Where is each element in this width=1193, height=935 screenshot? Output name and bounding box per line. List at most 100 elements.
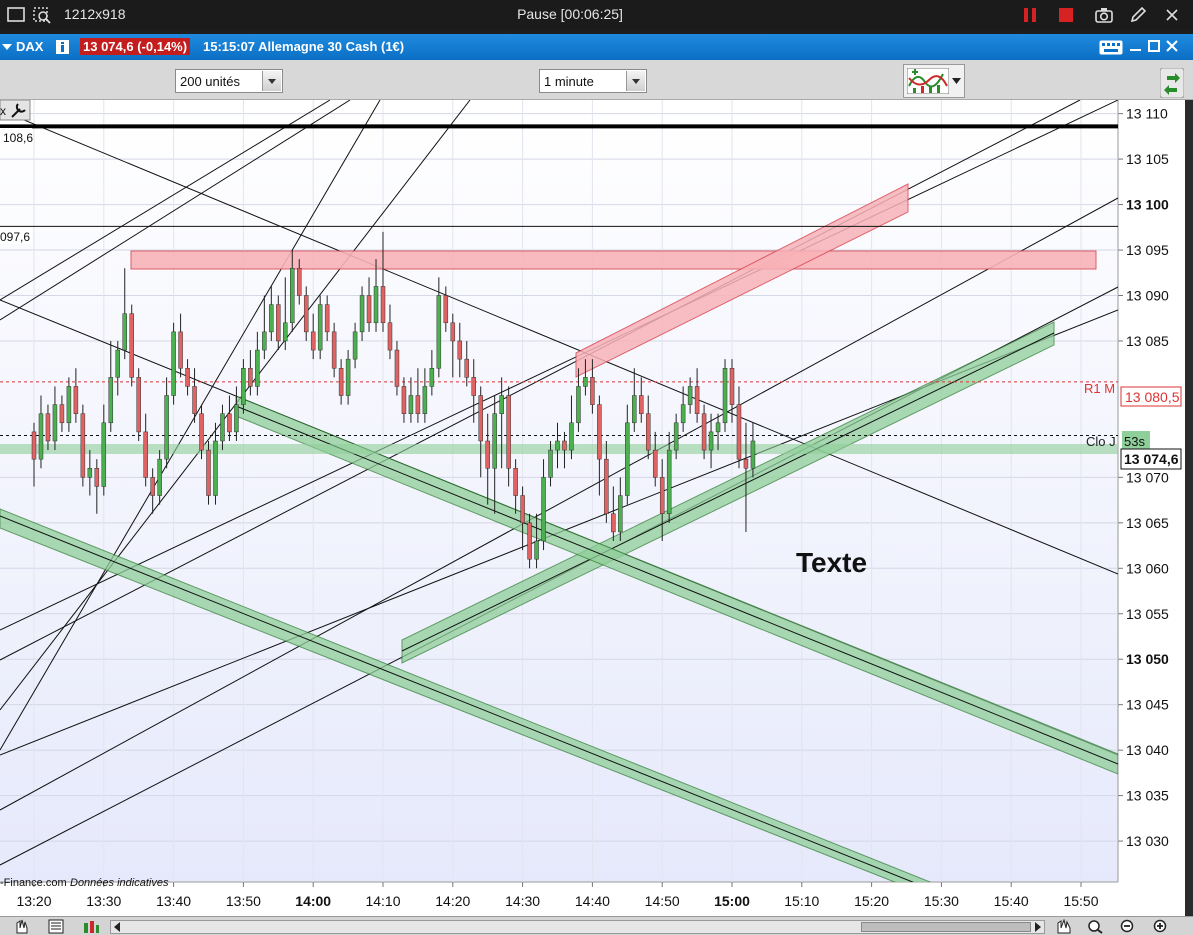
candle-body: [618, 495, 623, 533]
candle-body: [262, 331, 267, 351]
text-annotation[interactable]: Texte: [796, 547, 867, 578]
candle-body: [513, 468, 518, 496]
close-level-label: Clo J: [1086, 434, 1116, 449]
maximize-icon[interactable]: [1148, 40, 1160, 52]
candle-body: [729, 367, 735, 405]
candle-body: [743, 458, 749, 469]
stop-icon[interactable]: [1056, 5, 1076, 25]
bar-chart-icon[interactable]: [82, 919, 100, 934]
candle-body: [150, 477, 155, 496]
select-area-icon[interactable]: [32, 5, 52, 25]
y-tick-label: 13 070: [1126, 469, 1169, 485]
candle-body: [164, 395, 169, 460]
candle-body: [436, 295, 442, 369]
y-tick-label: 13 095: [1126, 242, 1169, 258]
candle-body: [680, 404, 686, 424]
chart-canvas[interactable]: 108,6 097,6 R1 M Clo J 53s 13 030 13 035 1…: [0, 100, 1193, 916]
candle-body: [101, 422, 107, 487]
candlestick-chart-icon[interactable]: [48, 919, 64, 934]
zoom-fit-icon[interactable]: [1086, 919, 1106, 934]
zoom-out-icon[interactable]: [1119, 919, 1137, 934]
close-icon[interactable]: [1162, 5, 1182, 25]
scroll-right-icon[interactable]: [1034, 922, 1042, 932]
candle-body: [310, 331, 316, 351]
data-source-label: -Finance.com: [0, 877, 67, 889]
candle-body: [471, 377, 476, 396]
candle-body: [492, 413, 497, 469]
interval-select-value: 1 minute: [544, 74, 594, 89]
window-icon[interactable]: [6, 5, 26, 25]
candle-body: [485, 440, 490, 469]
candle-body: [338, 367, 344, 396]
candle-body: [108, 377, 114, 424]
y-tick-label: 13 090: [1126, 288, 1169, 304]
resistance-zone: [130, 250, 1097, 270]
candle-body: [303, 295, 309, 333]
candle-body: [213, 440, 218, 496]
candle-body: [157, 458, 162, 496]
candle-body: [87, 468, 93, 478]
drawing-tools-button[interactable]: x: [0, 100, 31, 121]
x-tick-label: 14:40: [575, 893, 610, 909]
x-tick-label: 14:00: [295, 893, 331, 909]
candle-body: [178, 331, 183, 369]
scroll-left-icon[interactable]: [113, 922, 121, 932]
camera-icon[interactable]: [1094, 5, 1114, 25]
chevron-down-icon[interactable]: [626, 71, 645, 91]
x-tick-label: 15:50: [1063, 893, 1098, 909]
candle-body: [687, 386, 693, 405]
zoom-reset-icon[interactable]: [1056, 919, 1072, 934]
close-window-icon[interactable]: [1166, 40, 1178, 52]
bottom-bar: [0, 916, 1193, 935]
x-tick-label: 13:40: [156, 893, 191, 909]
candle-body: [171, 331, 176, 396]
chart-scrollbar[interactable]: [110, 920, 1045, 934]
candle-body: [122, 313, 127, 351]
candle-body: [478, 395, 483, 442]
candle-body: [248, 367, 253, 387]
pen-icon[interactable]: [1128, 5, 1148, 25]
candle-body: [269, 304, 274, 333]
candle-body: [722, 367, 728, 424]
chevron-down-icon[interactable]: [952, 78, 961, 84]
pause-icon[interactable]: [1020, 5, 1040, 25]
x-tick-label: 15:00: [714, 893, 750, 909]
indicator-chart-icon: [907, 68, 949, 94]
candle-body: [136, 377, 141, 433]
units-select[interactable]: 200 unités: [175, 69, 283, 93]
refresh-arrows-icon[interactable]: [1160, 68, 1184, 98]
candle-body: [736, 404, 742, 460]
candle-body: [73, 386, 79, 414]
candle-body: [199, 413, 204, 451]
right-edge-panel: [1185, 100, 1193, 916]
interval-select[interactable]: 1 minute: [539, 69, 647, 93]
candle-body: [276, 304, 281, 342]
scrollbar-thumb[interactable]: [861, 922, 1031, 932]
info-icon[interactable]: [56, 40, 69, 54]
candle-body: [639, 395, 644, 414]
candle-body: [701, 413, 707, 451]
y-tick-label: 13 060: [1126, 560, 1169, 576]
zoom-in-icon[interactable]: [1152, 919, 1170, 934]
keyboard-icon[interactable]: [1099, 40, 1123, 55]
y-tick-label: 13 110: [1126, 106, 1168, 122]
chevron-down-icon[interactable]: [2, 44, 12, 52]
candle: [722, 359, 728, 432]
instrument-info: 15:15:07 Allemagne 30 Cash (1€): [203, 39, 405, 54]
minimize-icon[interactable]: [1130, 42, 1141, 53]
candle-body: [220, 413, 225, 442]
x-tick-label: 14:10: [365, 893, 400, 909]
candle-body: [241, 367, 246, 405]
drag-cursor-icon[interactable]: [14, 919, 30, 934]
price-chart[interactable]: 108,6 097,6 R1 M Clo J 53s 13 030 13 035 1…: [0, 100, 1193, 916]
candle-body: [283, 322, 288, 342]
y-tick-label: 13 100: [1126, 197, 1169, 213]
candle-body: [625, 422, 630, 496]
y-tick-label: 13 105: [1126, 151, 1169, 167]
current-price-value: 13 074,6: [1124, 451, 1179, 467]
indicators-button[interactable]: [903, 64, 965, 98]
chevron-down-icon[interactable]: [262, 71, 281, 91]
candle-body: [534, 540, 539, 560]
candle-body: [45, 413, 51, 442]
r1-label: R1 M: [1084, 381, 1115, 396]
